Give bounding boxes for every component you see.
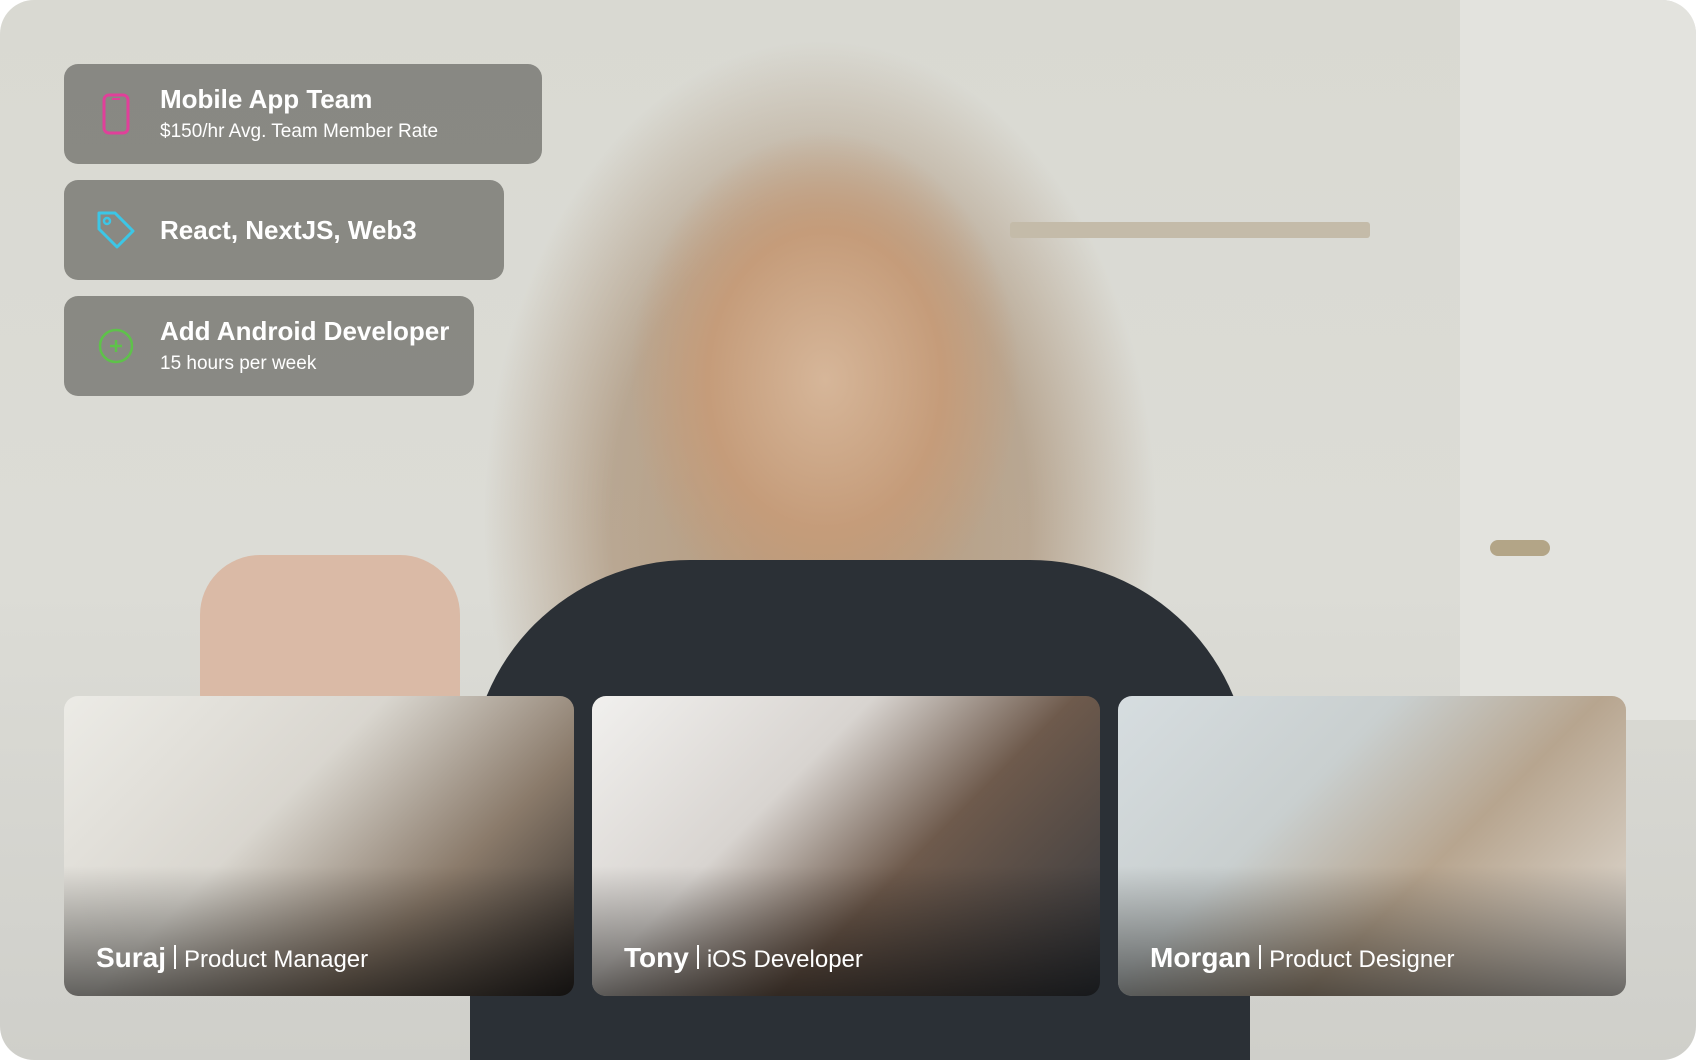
participant-name: Tony xyxy=(624,942,689,973)
participant-caption: Morgan Product Designer xyxy=(1150,942,1455,974)
divider xyxy=(696,945,699,969)
team-title: Mobile App Team xyxy=(160,84,373,114)
team-info-card[interactable]: Mobile App Team $150/hr Avg. Team Member… xyxy=(64,64,542,164)
tech-stack-card[interactable]: React, NextJS, Web3 xyxy=(64,180,504,280)
background-door xyxy=(1460,0,1696,720)
plus-circle-icon[interactable] xyxy=(94,324,138,368)
participant-tile[interactable]: Suraj Product Manager xyxy=(64,696,574,996)
background-shelf xyxy=(1010,222,1370,238)
add-developer-title: Add Android Developer xyxy=(160,316,450,346)
divider xyxy=(1259,945,1262,969)
participant-caption: Suraj Product Manager xyxy=(96,942,368,974)
participant-name: Suraj xyxy=(96,942,167,973)
participant-role: Product Manager xyxy=(184,946,369,973)
participant-name: Morgan xyxy=(1150,942,1252,973)
phone-icon xyxy=(94,92,138,136)
participant-role: iOS Developer xyxy=(706,946,863,973)
divider xyxy=(174,945,177,969)
participant-role: Product Designer xyxy=(1269,946,1455,973)
participant-tile[interactable]: Tony iOS Developer xyxy=(592,696,1100,996)
participant-tile[interactable]: Morgan Product Designer xyxy=(1118,696,1626,996)
door-handle xyxy=(1490,540,1550,556)
tag-icon xyxy=(94,208,138,252)
hours-per-week: 15 hours per week xyxy=(160,353,317,374)
team-rate: $150/hr Avg. Team Member Rate xyxy=(160,121,439,142)
participant-caption: Tony iOS Developer xyxy=(624,942,863,974)
speaker-hand xyxy=(200,555,460,715)
main-video-feed: Mobile App Team $150/hr Avg. Team Member… xyxy=(0,0,1696,1060)
add-developer-card[interactable]: Add Android Developer 15 hours per week xyxy=(64,296,474,396)
tech-stack-label: React, NextJS, Web3 xyxy=(160,215,417,245)
